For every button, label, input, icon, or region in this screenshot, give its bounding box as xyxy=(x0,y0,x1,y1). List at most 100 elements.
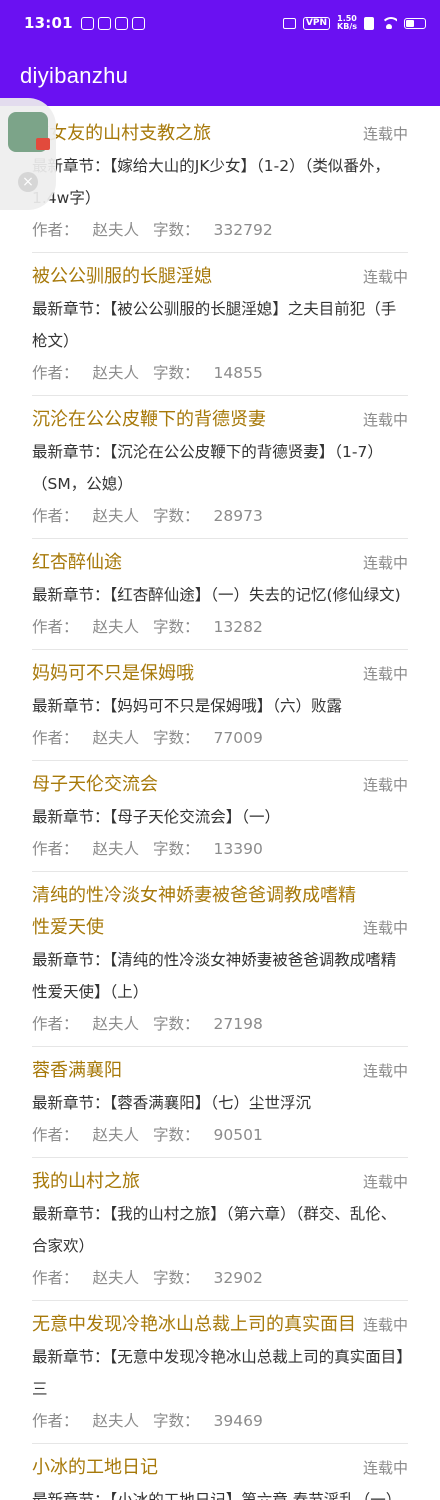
latest-chapter-prefix: 最新章节： xyxy=(32,1348,110,1366)
word-count-info: 字数： 90501 xyxy=(153,1126,263,1144)
vpn-badge: VPN xyxy=(302,16,331,30)
book-list-item[interactable]: 妈妈可不只是保姆哦 连载中 最新章节：【妈妈可不只是保姆哦】（六）败露 作者： 赵夫人字… xyxy=(32,650,408,761)
latest-chapter: 最新章节：【蓉香满襄阳】（七）尘世浮沉 xyxy=(32,1087,408,1119)
author-name: 赵夫人 xyxy=(92,1412,140,1430)
latest-chapter-prefix: 最新章节： xyxy=(32,1094,110,1112)
author-name: 赵夫人 xyxy=(92,729,140,747)
wifi-icon xyxy=(381,17,397,29)
book-list-item[interactable]: 沉沦在公公皮鞭下的背德贤妻 连载中 最新章节：【沉沦在公公皮鞭下的背德贤妻】（1-7… xyxy=(32,396,408,539)
app-notification-icon xyxy=(97,16,111,30)
word-count: 13390 xyxy=(213,840,263,858)
latest-chapter-prefix: 最新章节： xyxy=(32,300,110,318)
serial-status-label: 连载中 xyxy=(362,411,408,429)
status-bar: 13:01 VPN 1.50 KB/s xyxy=(0,0,440,46)
latest-chapter-title: 【红杏醉仙途】（一）失去的记忆(修仙绿文) xyxy=(109,586,401,604)
word-count-prefix: 字数： xyxy=(153,507,200,525)
notification-icons xyxy=(80,16,145,30)
book-meta: 作者： 赵夫人 字数： 28973 xyxy=(32,500,408,532)
battery-icon xyxy=(404,17,426,29)
serial-status-label: 连载中 xyxy=(362,1062,408,1080)
book-meta: 作者： 赵夫人 字数： 27198 xyxy=(32,1008,408,1040)
word-count-info: 字数： 13282 xyxy=(153,618,263,636)
book-list-item[interactable]: JK女友的山村支教之旅 连载中 最新章节：【嫁给大山的JK少女】（1-2）（类似番外… xyxy=(32,110,408,253)
author-info: 作者： 赵夫人 xyxy=(32,1126,139,1144)
book-title[interactable]: 母子天伦交流会 xyxy=(32,769,357,801)
book-list: JK女友的山村支教之旅 连载中 最新章节：【嫁给大山的JK少女】（1-2）（类似番外… xyxy=(32,110,408,1500)
book-list-item[interactable]: 小冰的工地日记连载中最新章节：【小冰的工地日记】第六章 春节淫乱（一）作者：赵夫… xyxy=(32,1444,408,1500)
latest-chapter: 最新章节：【小冰的工地日记】第六章 春节淫乱（一） xyxy=(32,1484,408,1500)
book-list-item[interactable]: 我的山村之旅 连载中最新章节：【我的山村之旅】（第六章）（群交、乱伦、合家欢） 作者… xyxy=(32,1158,408,1301)
book-title-row: 蓉香满襄阳 连载中 xyxy=(32,1055,408,1087)
book-title[interactable]: 蓉香满襄阳 xyxy=(32,1055,357,1087)
author-prefix: 作者： xyxy=(32,221,79,239)
book-list-item[interactable]: 母子天伦交流会 连载中 最新章节：【母子天伦交流会】（一） 作者： 赵夫人 字数： 1339… xyxy=(32,761,408,872)
word-count-info: 字数： 39469 xyxy=(153,1412,263,1430)
serial-status-label: 连载中 xyxy=(362,665,408,683)
author-info: 作者： 赵夫人 xyxy=(32,1269,139,1287)
author-info: 作者： 赵夫人 xyxy=(32,618,139,636)
serial-status-label: 连载中 xyxy=(362,554,408,572)
book-meta: 作者： 赵夫人 字数： 332792 xyxy=(32,214,408,246)
book-title[interactable]: 小冰的工地日记 xyxy=(32,1452,357,1484)
book-title-row: 被公公驯服的长腿淫媳 连载中 xyxy=(32,261,408,293)
latest-chapter-prefix: 最新章节： xyxy=(32,586,110,604)
book-list-item[interactable]: 红杏醉仙途 连载中 最新章节：【红杏醉仙途】（一）失去的记忆(修仙绿文) 作者： 赵夫人… xyxy=(32,539,408,650)
latest-chapter: 最新章节：【红杏醉仙途】（一）失去的记忆(修仙绿文) xyxy=(32,579,408,611)
book-meta: 作者： 赵夫人 字数： 13282 xyxy=(32,611,408,643)
author-name: 赵夫人 xyxy=(92,1015,140,1033)
book-list-item[interactable]: 蓉香满襄阳 连载中 最新章节：【蓉香满襄阳】（七）尘世浮沉 作者： 赵夫人 字数： 9050… xyxy=(32,1047,408,1158)
author-prefix: 作者： xyxy=(32,729,79,747)
word-count-info: 字数： 332792 xyxy=(153,221,273,239)
book-list-item[interactable]: 被公公驯服的长腿淫媳 连载中 最新章节：【被公公驯服的长腿淫媳】之夫目前犯（手枪文）… xyxy=(32,253,408,396)
word-count: 90501 xyxy=(213,1126,263,1144)
author-info: 作者： 赵夫人 xyxy=(32,507,139,525)
book-title[interactable]: 妈妈可不只是保姆哦 xyxy=(32,658,357,690)
book-title[interactable]: 清纯的性冷淡女神娇妻被爸爸调教成嗜精性爱天使 xyxy=(32,880,357,944)
latest-chapter-prefix: 最新章节： xyxy=(32,808,110,826)
app-notification-icon xyxy=(114,16,128,30)
book-title[interactable]: 被公公驯服的长腿淫媳 xyxy=(32,261,357,293)
network-speed: 1.50 KB/s xyxy=(337,15,357,31)
app-notification-icon xyxy=(80,16,94,30)
author-prefix: 作者： xyxy=(32,507,79,525)
author-info: 作者： 赵夫人 xyxy=(32,364,139,382)
book-title-row: 红杏醉仙途 连载中 xyxy=(32,547,408,579)
book-list-item[interactable]: 无意中发现冷艳冰山总裁上司的真实面目 连载中 最新章节：【无意中发现冷艳冰山总裁上司… xyxy=(32,1301,408,1444)
book-list-item[interactable]: 清纯的性冷淡女神娇妻被爸爸调教成嗜精性爱天使 连载中 最新章节：【清纯的性冷淡女神娇… xyxy=(32,872,408,1047)
word-count-info: 字数： 27198 xyxy=(153,1015,263,1033)
book-title[interactable]: JK女友的山村支教之旅 xyxy=(32,118,357,150)
latest-chapter: 最新章节：【嫁给大山的JK少女】（1-2）（类似番外，1.4w字） xyxy=(32,150,408,214)
author-name: 赵夫人 xyxy=(92,1269,140,1287)
author-prefix: 作者： xyxy=(32,364,79,382)
serial-status-label: 连载中 xyxy=(362,125,408,143)
latest-chapter-title: 【妈妈可不只是保姆哦】（六）败露 xyxy=(109,697,343,715)
book-title[interactable]: 我的山村之旅 xyxy=(32,1166,357,1198)
word-count-prefix: 字数： xyxy=(153,364,200,382)
author-prefix: 作者： xyxy=(32,1126,79,1144)
mail-icon xyxy=(131,16,145,30)
word-count: 28973 xyxy=(213,507,263,525)
word-count-prefix: 字数： xyxy=(153,221,200,239)
book-title-row: JK女友的山村支教之旅 连载中 xyxy=(32,118,408,150)
word-count-info: 字数： 77009 xyxy=(153,729,263,747)
book-title-row: 清纯的性冷淡女神娇妻被爸爸调教成嗜精性爱天使 连载中 xyxy=(32,880,408,944)
latest-chapter-prefix: 最新章节： xyxy=(32,1205,110,1223)
word-count-info: 字数： 32902 xyxy=(153,1269,263,1287)
book-title-row: 小冰的工地日记 连载中 xyxy=(32,1452,408,1484)
book-title-row: 母子天伦交流会 连载中 xyxy=(32,769,408,801)
book-title[interactable]: 红杏醉仙途 xyxy=(32,547,357,579)
word-count-prefix: 字数： xyxy=(153,1015,200,1033)
author-info: 作者： 赵夫人 xyxy=(32,1015,139,1033)
word-count-prefix: 字数： xyxy=(153,1126,200,1144)
word-count: 39469 xyxy=(213,1412,263,1430)
vibrate-icon xyxy=(282,17,296,29)
author-info: 作者： 赵夫人 xyxy=(32,221,139,239)
clock: 13:01 xyxy=(24,14,73,32)
latest-chapter: 最新章节：【我的山村之旅】（第六章）（群交、乱伦、合家欢） xyxy=(32,1198,408,1262)
book-title[interactable]: 无意中发现冷艳冰山总裁上司的真实面目 xyxy=(32,1309,357,1341)
serial-status-label: 连载中 xyxy=(362,1173,408,1191)
book-title[interactable]: 沉沦在公公皮鞭下的背德贤妻 xyxy=(32,404,357,436)
close-icon[interactable]: × xyxy=(18,172,38,192)
word-count-prefix: 字数： xyxy=(153,729,200,747)
latest-chapter: 最新章节：【被公公驯服的长腿淫媳】之夫目前犯（手枪文） xyxy=(32,293,408,357)
